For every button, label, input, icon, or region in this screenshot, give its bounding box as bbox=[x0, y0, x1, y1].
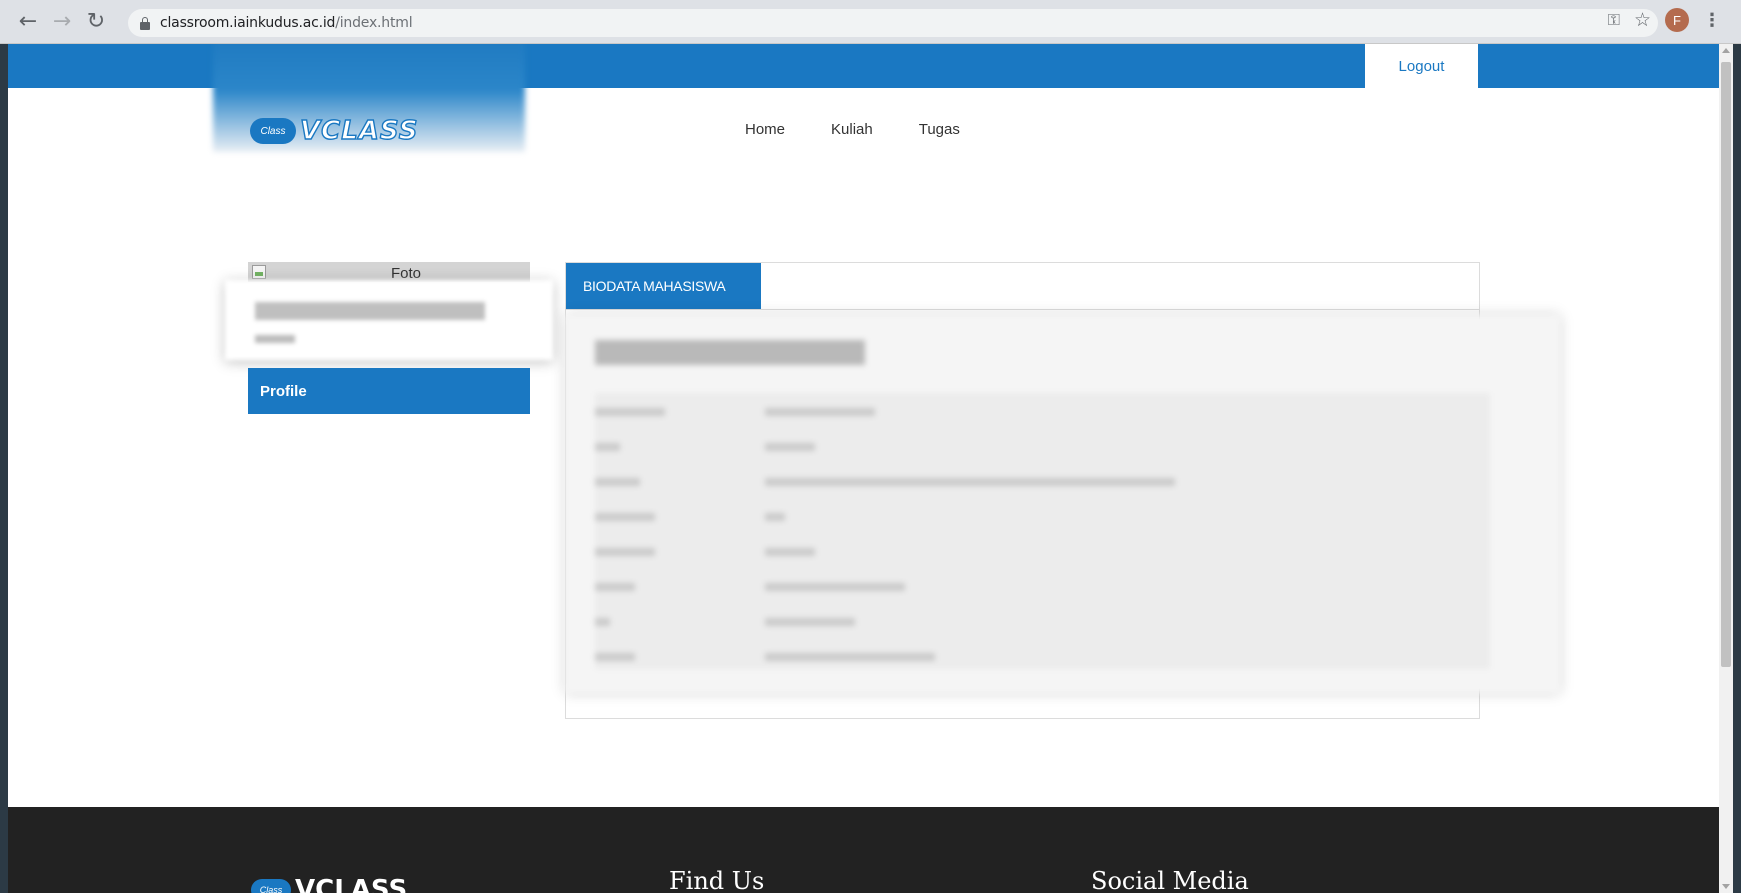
tab-biodata-mahasiswa[interactable]: BIODATA MAHASISWA bbox=[566, 263, 761, 309]
address-bar[interactable]: classroom.iainkudus.ac.id/index.html bbox=[128, 9, 1658, 37]
key-icon[interactable]: ⚿ bbox=[1608, 10, 1620, 30]
broken-image-icon bbox=[252, 265, 266, 279]
footer-logo: Class VCLASS bbox=[251, 875, 407, 893]
reload-icon[interactable]: ↻ bbox=[82, 8, 110, 36]
vertical-scrollbar[interactable] bbox=[1719, 44, 1733, 893]
url-text: classroom.iainkudus.ac.id/index.html bbox=[160, 15, 413, 31]
student-name-card bbox=[225, 280, 553, 360]
url-path: /index.html bbox=[335, 15, 413, 31]
scroll-down-arrow-icon[interactable] bbox=[1722, 884, 1730, 889]
profile-photo: Foto bbox=[248, 262, 530, 282]
logo-text: VCLASS bbox=[299, 115, 419, 146]
back-arrow-icon[interactable]: ← bbox=[14, 8, 42, 36]
vclass-logo[interactable]: Class VCLASS bbox=[250, 115, 419, 147]
footer-find-us-heading: Find Us bbox=[669, 867, 765, 893]
kebab-menu-icon[interactable]: ⋮ bbox=[1703, 10, 1721, 31]
panel-divider bbox=[566, 309, 1479, 310]
nav-tugas[interactable]: Tugas bbox=[919, 121, 960, 138]
main-nav: Home Kuliah Tugas bbox=[745, 121, 960, 138]
footer-social-media-heading: Social Media bbox=[1091, 867, 1249, 893]
url-host: classroom.iainkudus.ac.id bbox=[160, 15, 336, 31]
biodata-details-card bbox=[565, 315, 1560, 693]
lock-icon bbox=[140, 16, 150, 30]
page-viewport: Logout Class VCLASS Home Kuliah Tugas Fo… bbox=[8, 44, 1719, 893]
nav-kuliah[interactable]: Kuliah bbox=[831, 121, 873, 138]
star-icon[interactable]: ☆ bbox=[1634, 9, 1651, 31]
footer-logo-text: VCLASS bbox=[295, 875, 408, 893]
profile-avatar[interactable]: F bbox=[1665, 8, 1689, 32]
logout-button[interactable]: Logout bbox=[1365, 44, 1478, 88]
scroll-up-arrow-icon[interactable] bbox=[1722, 48, 1730, 53]
scroll-thumb[interactable] bbox=[1721, 62, 1731, 667]
sidebar-item-profile[interactable]: Profile bbox=[248, 368, 530, 414]
cloud-logo-icon: Class bbox=[250, 118, 296, 144]
browser-toolbar: ← → ↻ classroom.iainkudus.ac.id/index.ht… bbox=[0, 0, 1741, 44]
footer: Class VCLASS Find Us Social Media bbox=[8, 807, 1719, 893]
forward-arrow-icon[interactable]: → bbox=[48, 8, 76, 36]
footer-cloud-logo-icon: Class bbox=[251, 879, 291, 893]
nav-home[interactable]: Home bbox=[745, 121, 785, 138]
